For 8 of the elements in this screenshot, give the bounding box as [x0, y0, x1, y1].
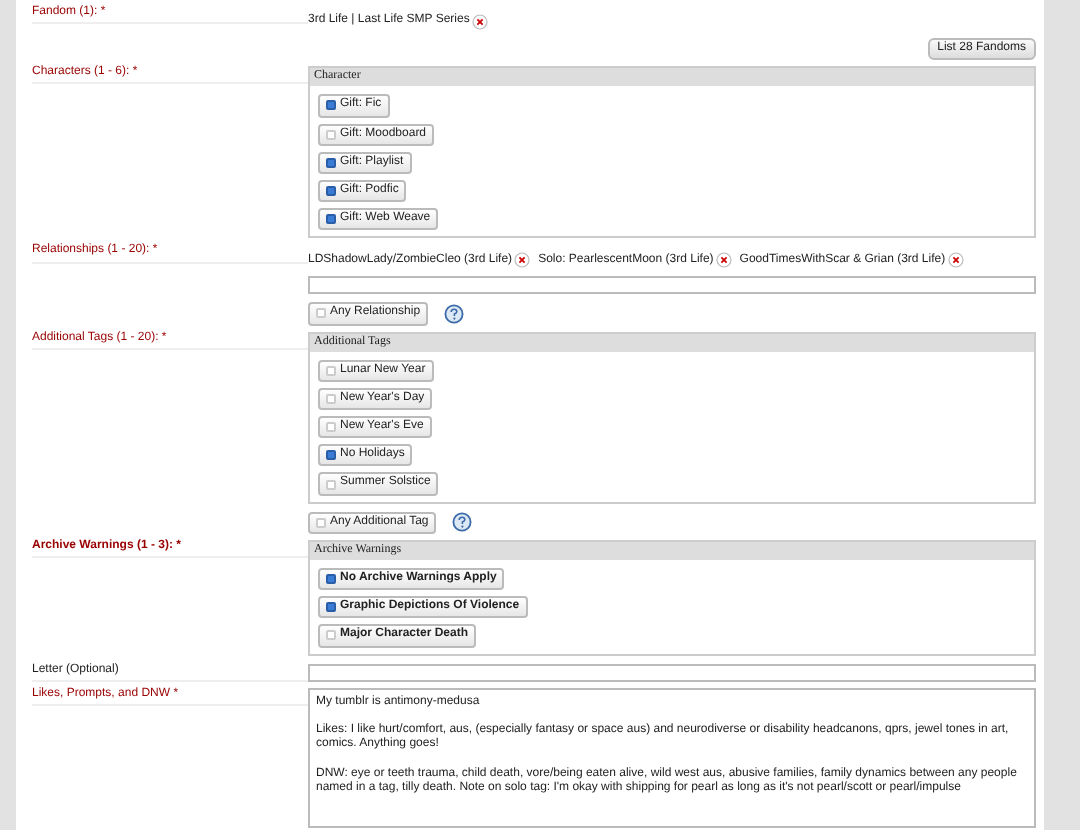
remove-icon[interactable] [715, 252, 732, 269]
help-icon[interactable] [452, 512, 473, 533]
help-icon[interactable] [444, 303, 465, 324]
remove-icon[interactable] [947, 252, 964, 269]
remove-icon[interactable] [471, 14, 488, 30]
remove-icon[interactable] [514, 252, 531, 269]
input-field[interactable] [308, 663, 1036, 682]
input-field[interactable] [308, 276, 1036, 295]
